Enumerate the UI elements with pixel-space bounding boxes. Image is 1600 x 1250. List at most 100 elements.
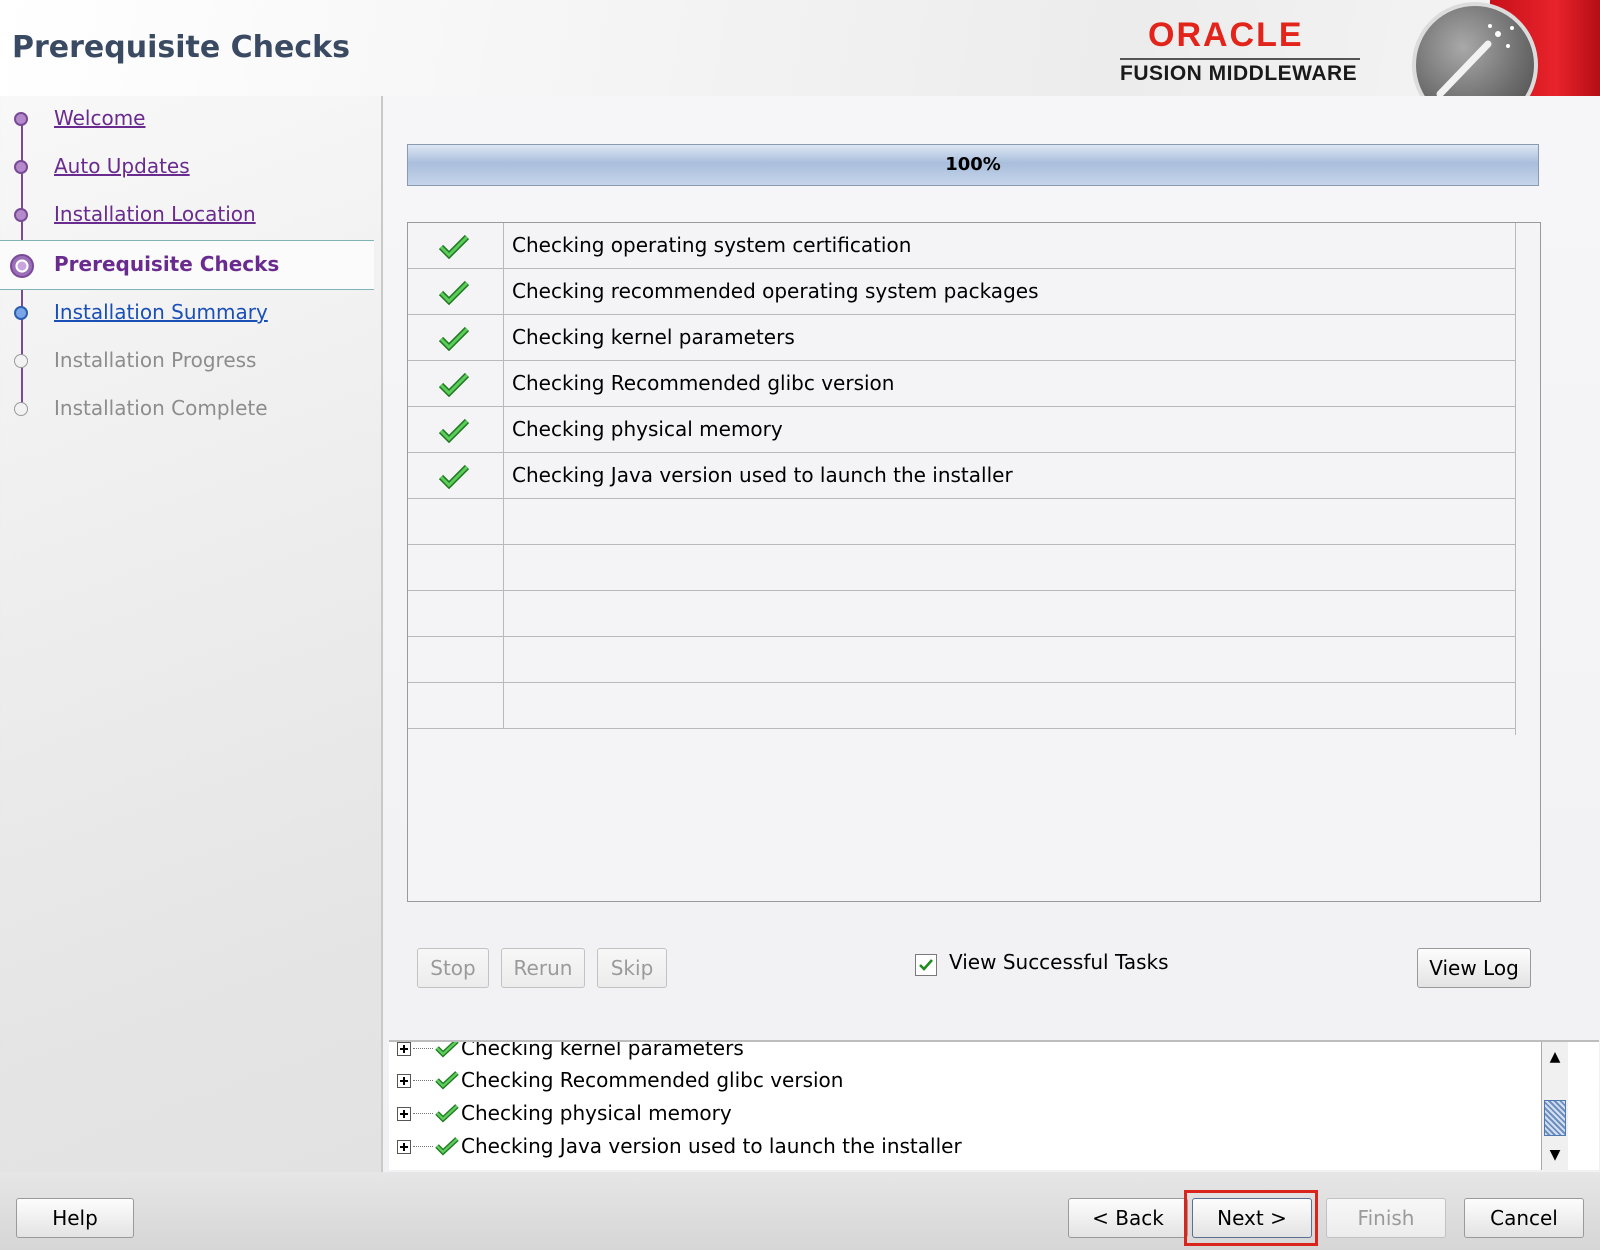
step-visited-dot-icon: [14, 112, 28, 126]
nav-step-label: Installation Complete: [54, 396, 268, 420]
log-node-label: Checking kernel parameters: [461, 1040, 744, 1060]
green-checkmark-icon: [438, 418, 470, 443]
view-log-button[interactable]: View Log: [1417, 948, 1531, 988]
scroll-down-arrow-icon[interactable]: ▼: [1542, 1142, 1568, 1168]
tree-connector: [413, 1048, 433, 1049]
check-label: Checking kernel parameters: [512, 325, 795, 349]
nav-step-label[interactable]: Welcome: [54, 106, 145, 130]
nav-step-auto-updates[interactable]: Auto Updates: [0, 146, 380, 186]
log-node-label: Checking Recommended glibc version: [461, 1068, 844, 1092]
wand-disc-icon: [1412, 2, 1538, 96]
back-button[interactable]: < Back: [1068, 1198, 1188, 1238]
header: Prerequisite Checks ORACLE FUSION MIDDLE…: [0, 0, 1600, 96]
step-next-dot-icon: [14, 306, 28, 320]
green-checkmark-icon: [438, 234, 470, 259]
status-cell: [408, 269, 504, 314]
empty-table-row: [408, 591, 1516, 637]
progress-percent: 100%: [945, 154, 1001, 175]
empty-table-row: [408, 683, 1516, 729]
green-checkmark-icon: [435, 1104, 459, 1123]
cancel-button[interactable]: Cancel: [1464, 1198, 1584, 1238]
green-checkmark-icon: [438, 464, 470, 489]
finish-button[interactable]: Finish: [1326, 1198, 1446, 1238]
check-label: Checking Java version used to launch the…: [512, 463, 1013, 487]
status-cell: [408, 499, 504, 544]
green-checkmark-icon: [438, 372, 470, 397]
view-successful-tasks-checkbox[interactable]: [915, 954, 937, 976]
green-checkmark-icon: [435, 1042, 459, 1058]
empty-table-row: [408, 499, 1516, 545]
nav-step-installation-progress: Installation Progress: [0, 340, 380, 380]
fusion-middleware-wordmark: FUSION MIDDLEWARE: [1120, 62, 1358, 85]
status-cell: [408, 545, 504, 590]
checkbox-check-icon: [919, 959, 933, 971]
status-cell: [408, 591, 504, 636]
log-tree: Checking kernel parameters Checking Reco…: [389, 1040, 1599, 1170]
check-label: Checking physical memory: [512, 417, 783, 441]
table-row[interactable]: Checking operating system certification: [408, 223, 1516, 269]
view-successful-tasks-label[interactable]: View Successful Tasks: [949, 950, 1169, 974]
nav-step-label[interactable]: Auto Updates: [54, 154, 190, 178]
table-row[interactable]: Checking recommended operating system pa…: [408, 269, 1516, 315]
green-checkmark-icon: [438, 280, 470, 305]
green-checkmark-icon: [435, 1071, 459, 1090]
nav-step-label[interactable]: Installation Summary: [54, 300, 268, 324]
step-visited-dot-icon: [14, 160, 28, 174]
nav-step-label: Prerequisite Checks: [54, 252, 280, 276]
plus-expander-icon[interactable]: [397, 1042, 411, 1056]
prerequisite-checks-table: Checking operating system certification …: [407, 222, 1541, 902]
plus-expander-icon[interactable]: [397, 1140, 411, 1154]
step-pending-dot-icon: [14, 354, 28, 368]
skip-button[interactable]: Skip: [597, 948, 667, 988]
header-decoration: [1390, 0, 1600, 96]
nav-step-label: Installation Progress: [54, 348, 257, 372]
footer-bar: Help < Back Next > Finish Cancel: [0, 1172, 1600, 1250]
table-row[interactable]: Checking Java version used to launch the…: [408, 453, 1516, 499]
next-button[interactable]: Next >: [1192, 1198, 1312, 1238]
plus-expander-icon[interactable]: [397, 1074, 411, 1088]
nav-step-installation-complete: Installation Complete: [0, 388, 380, 428]
oracle-fusion-middleware-logo: ORACLE FUSION MIDDLEWARE: [1118, 16, 1366, 90]
status-cell: [408, 315, 504, 360]
status-cell: [408, 637, 504, 682]
step-pending-dot-icon: [14, 402, 28, 416]
table-row[interactable]: Checking Recommended glibc version: [408, 361, 1516, 407]
grid-right-border: [1515, 223, 1516, 735]
wizard-steps-nav: Welcome Auto Updates Installation Locati…: [0, 96, 380, 1172]
empty-table-row: [408, 545, 1516, 591]
page-title: Prerequisite Checks: [12, 30, 350, 65]
check-label: Checking recommended operating system pa…: [512, 279, 1039, 303]
status-cell: [408, 683, 504, 728]
stop-button[interactable]: Stop: [417, 948, 489, 988]
status-cell: [408, 407, 504, 452]
main-panel: 100% Checking operating system certifica…: [381, 96, 1600, 1172]
logo-divider: [1120, 58, 1360, 60]
plus-expander-icon[interactable]: [397, 1107, 411, 1121]
scroll-up-arrow-icon[interactable]: ▲: [1542, 1044, 1568, 1070]
log-node-label: Checking physical memory: [461, 1101, 732, 1125]
log-scrollbar[interactable]: ▲ ▼: [1541, 1042, 1568, 1170]
step-current-dot-icon: [10, 254, 34, 278]
nav-step-welcome[interactable]: Welcome: [0, 98, 380, 138]
green-checkmark-icon: [438, 326, 470, 351]
table-row[interactable]: Checking physical memory: [408, 407, 1516, 453]
empty-table-row: [408, 637, 1516, 683]
help-button[interactable]: Help: [16, 1198, 134, 1238]
status-cell: [408, 361, 504, 406]
nav-step-installation-location[interactable]: Installation Location: [0, 194, 380, 234]
tree-connector: [413, 1080, 433, 1081]
tree-connector: [413, 1146, 433, 1147]
nav-step-installation-summary[interactable]: Installation Summary: [0, 292, 380, 332]
oracle-wordmark: ORACLE: [1148, 16, 1304, 54]
nav-step-label[interactable]: Installation Location: [54, 202, 256, 226]
table-row[interactable]: Checking kernel parameters: [408, 315, 1516, 361]
tree-connector: [413, 1113, 433, 1114]
check-label: Checking Recommended glibc version: [512, 371, 895, 395]
scrollbar-thumb[interactable]: [1544, 1100, 1566, 1136]
nav-step-prerequisite-checks[interactable]: Prerequisite Checks: [0, 244, 380, 284]
log-node-label: Checking Java version used to launch the…: [461, 1134, 962, 1158]
rerun-button[interactable]: Rerun: [501, 948, 585, 988]
progress-bar: 100%: [407, 144, 1539, 186]
status-cell: [408, 223, 504, 268]
step-visited-dot-icon: [14, 208, 28, 222]
